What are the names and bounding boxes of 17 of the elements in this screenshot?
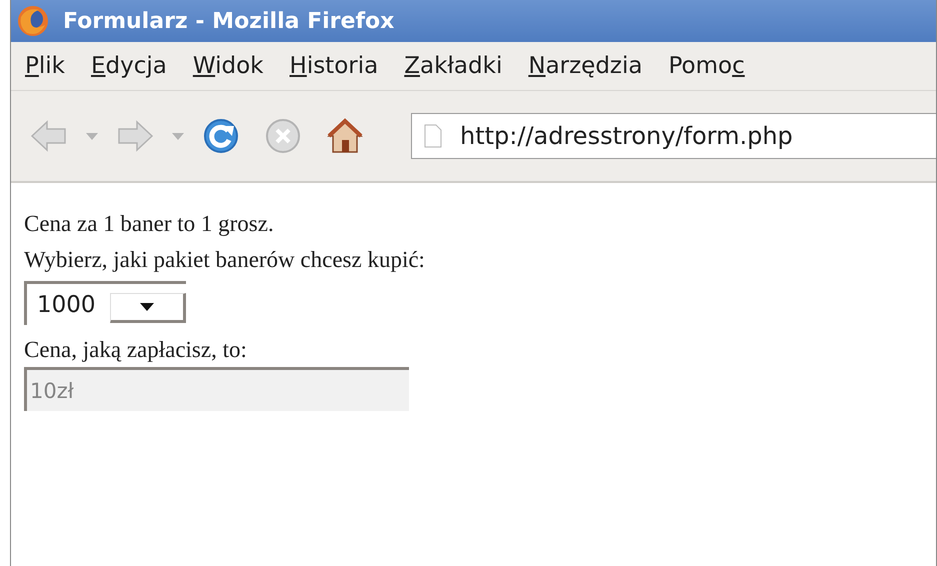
total-label: Cena, jaką zapłacisz, to: [24, 337, 247, 363]
page-icon [424, 124, 442, 148]
menu-item[interactable]: Historia [290, 53, 378, 79]
reload-icon[interactable] [201, 116, 241, 156]
menu-item[interactable]: Narzędzia [528, 53, 642, 79]
menu-item[interactable]: Zakładki [404, 53, 502, 79]
home-icon[interactable] [325, 116, 365, 156]
package-label: Wybierz, jaki pakiet banerów chcesz kupić: [24, 247, 425, 273]
window-title: Formularz - Mozilla Firefox [63, 8, 394, 34]
menu-item[interactable]: Plik [25, 53, 65, 79]
menu-item[interactable]: Pomoc [668, 53, 745, 79]
price-note: Cena za 1 baner to 1 grosz. [24, 211, 274, 237]
package-dropdown[interactable]: 1000 [24, 281, 186, 325]
menu-item[interactable]: Widok [192, 53, 264, 79]
address-bar[interactable]: http://adresstrony/form.php [411, 113, 936, 159]
firefox-logo-icon [17, 5, 49, 37]
menu-item[interactable]: Edycja [90, 53, 167, 79]
